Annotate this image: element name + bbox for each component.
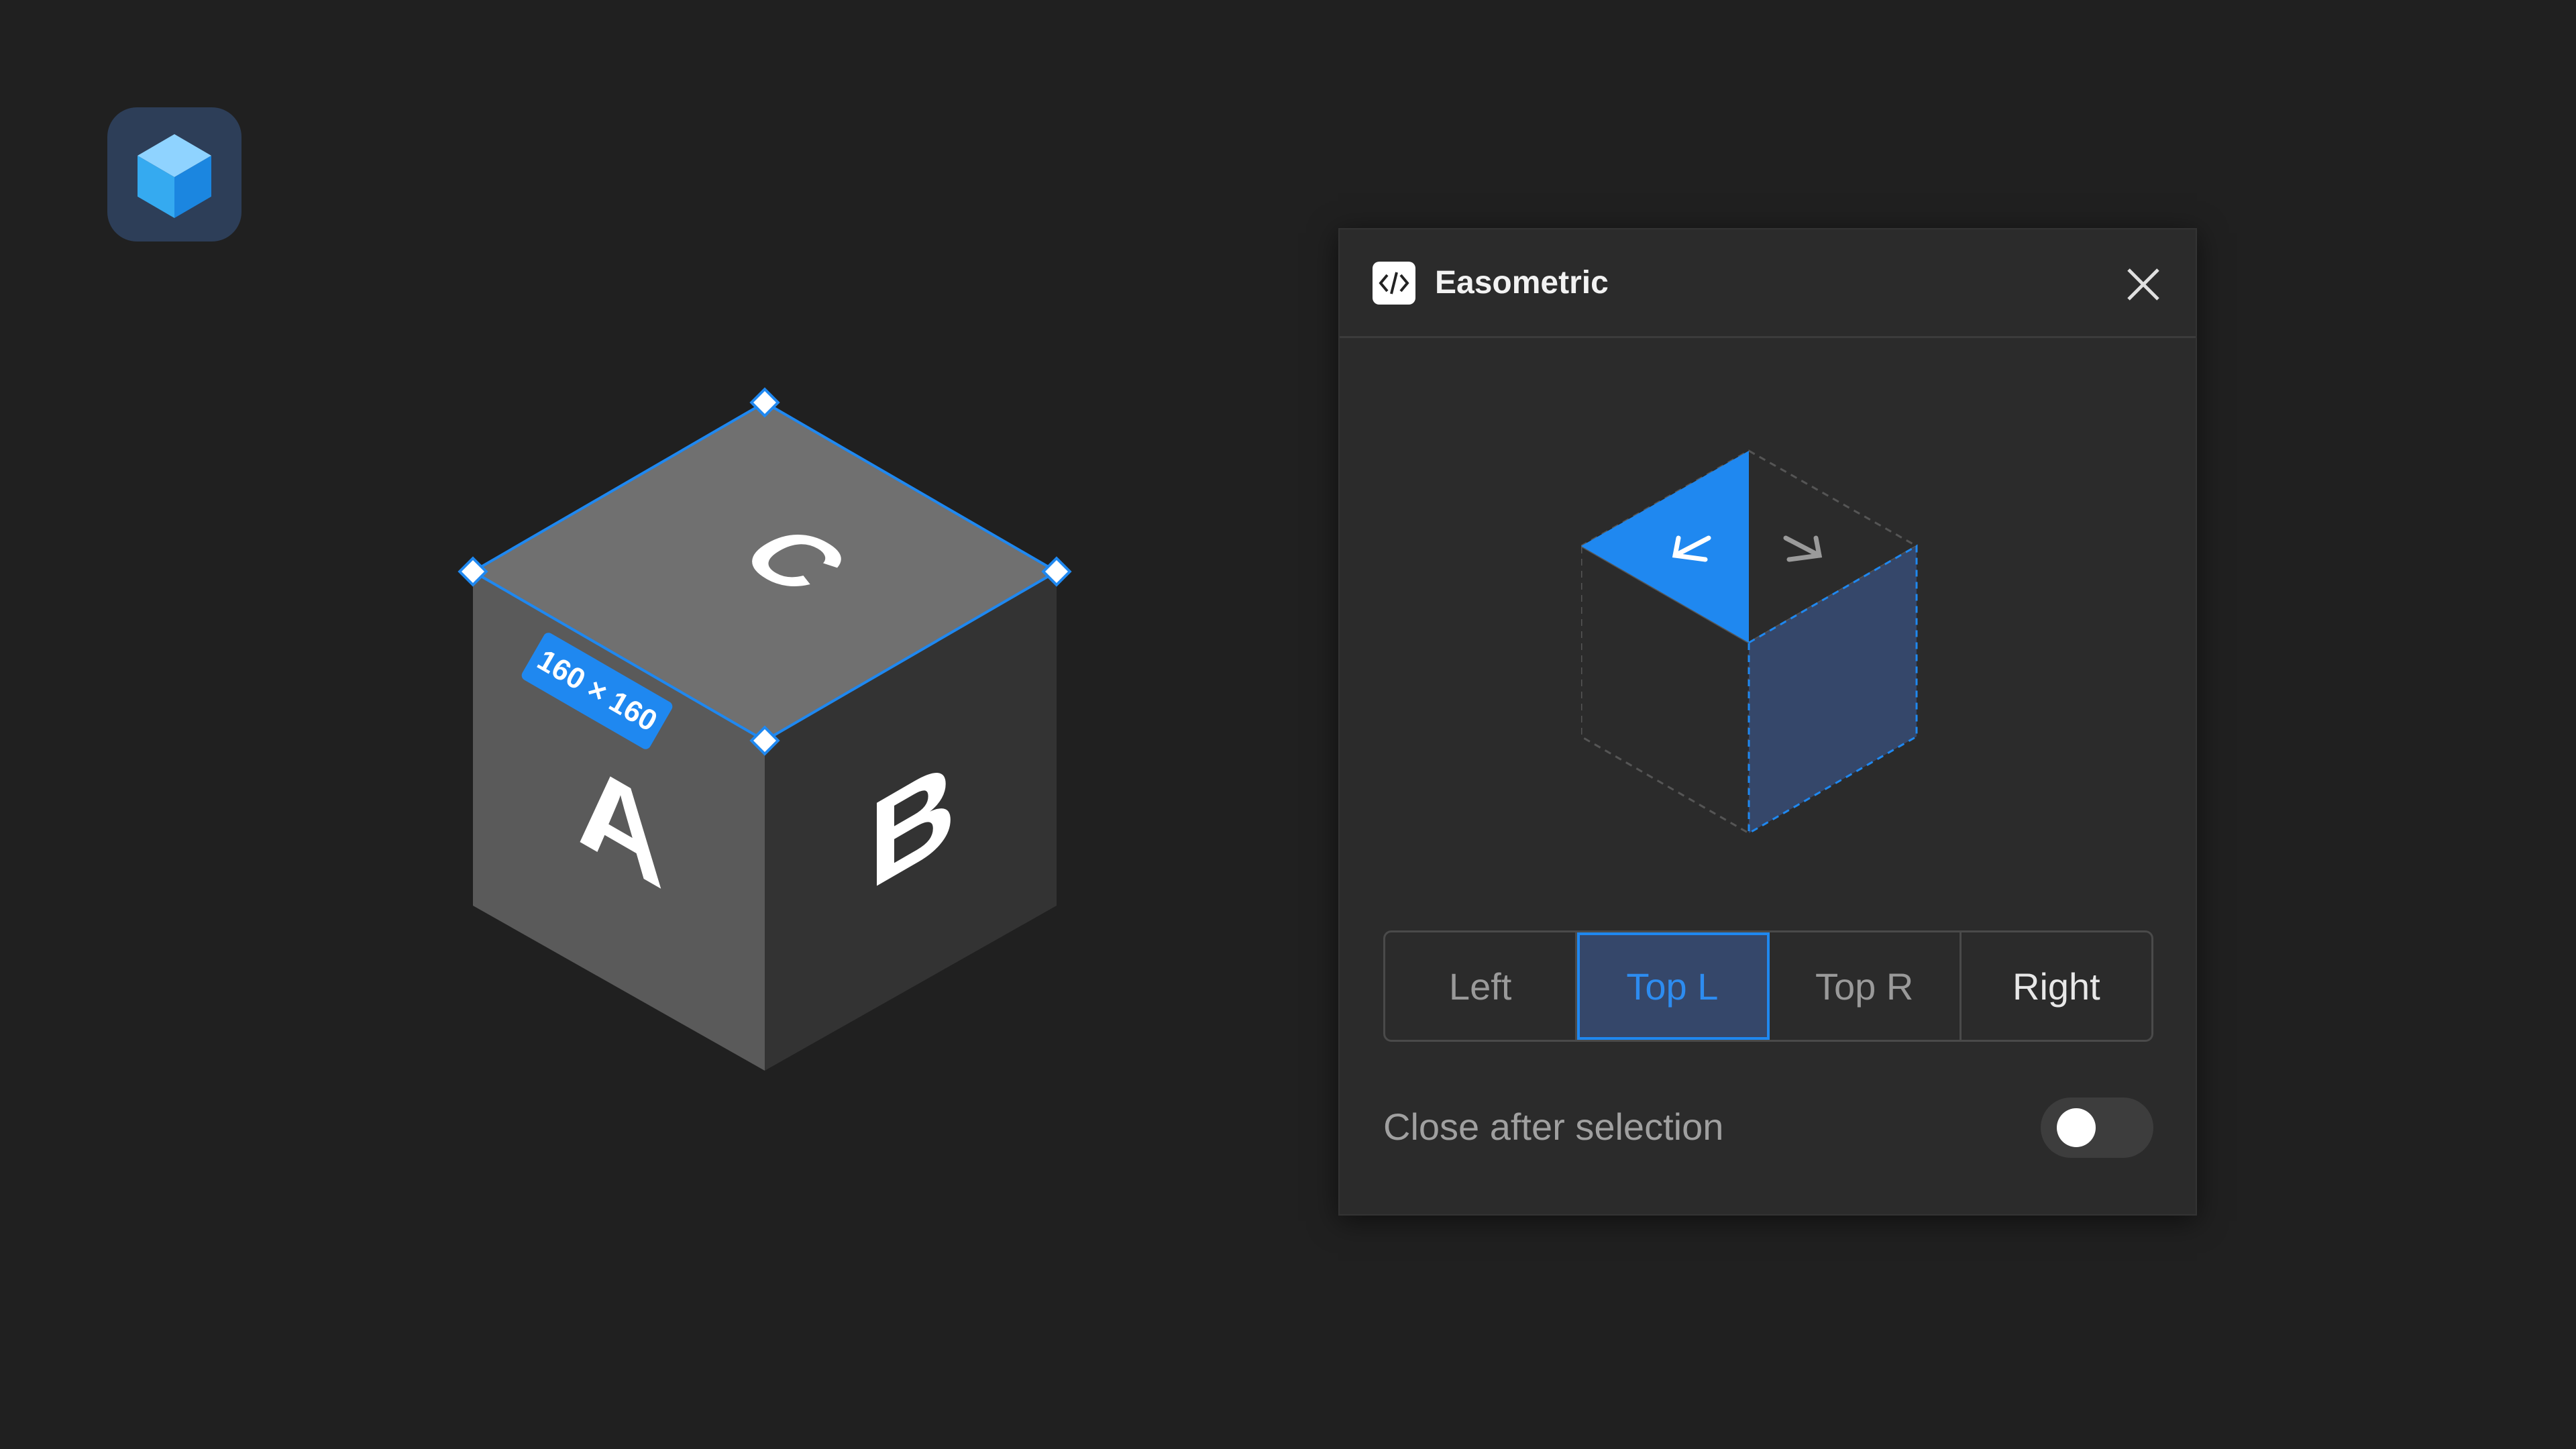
preview-top-left-face — [1581, 451, 1749, 643]
face-selector: Left Top L Top R Right — [1383, 930, 2153, 1042]
face-preview[interactable] — [1581, 444, 1957, 860]
preview-right-face — [1748, 544, 1918, 835]
easometric-panel: Easometric Left Top L Top R Right Close … — [1338, 228, 2197, 1216]
canvas: C A B 160 × 160 Easometric Left Top L To… — [0, 0, 2576, 1449]
option-left[interactable]: Left — [1385, 932, 1578, 1040]
close-after-selection-row: Close after selection — [1383, 1095, 2153, 1159]
cube-app-icon[interactable] — [107, 107, 241, 241]
toggle-knob — [2057, 1108, 2096, 1147]
panel-header: Easometric — [1340, 229, 2196, 338]
cube-icon — [138, 134, 211, 218]
option-top-left[interactable]: Top L — [1577, 932, 1770, 1040]
code-icon — [1373, 262, 1415, 305]
option-right[interactable]: Right — [1962, 932, 2151, 1040]
arrow-down-right-icon — [1783, 535, 1823, 562]
panel-title: Easometric — [1435, 265, 1609, 301]
close-button[interactable] — [2122, 263, 2165, 306]
close-icon — [2127, 268, 2159, 301]
close-after-selection-toggle[interactable] — [2041, 1097, 2153, 1158]
option-top-right[interactable]: Top R — [1770, 932, 1962, 1040]
toggle-label: Close after selection — [1383, 1106, 1724, 1148]
isometric-cube[interactable]: C A B 160 × 160 — [443, 376, 1087, 1100]
